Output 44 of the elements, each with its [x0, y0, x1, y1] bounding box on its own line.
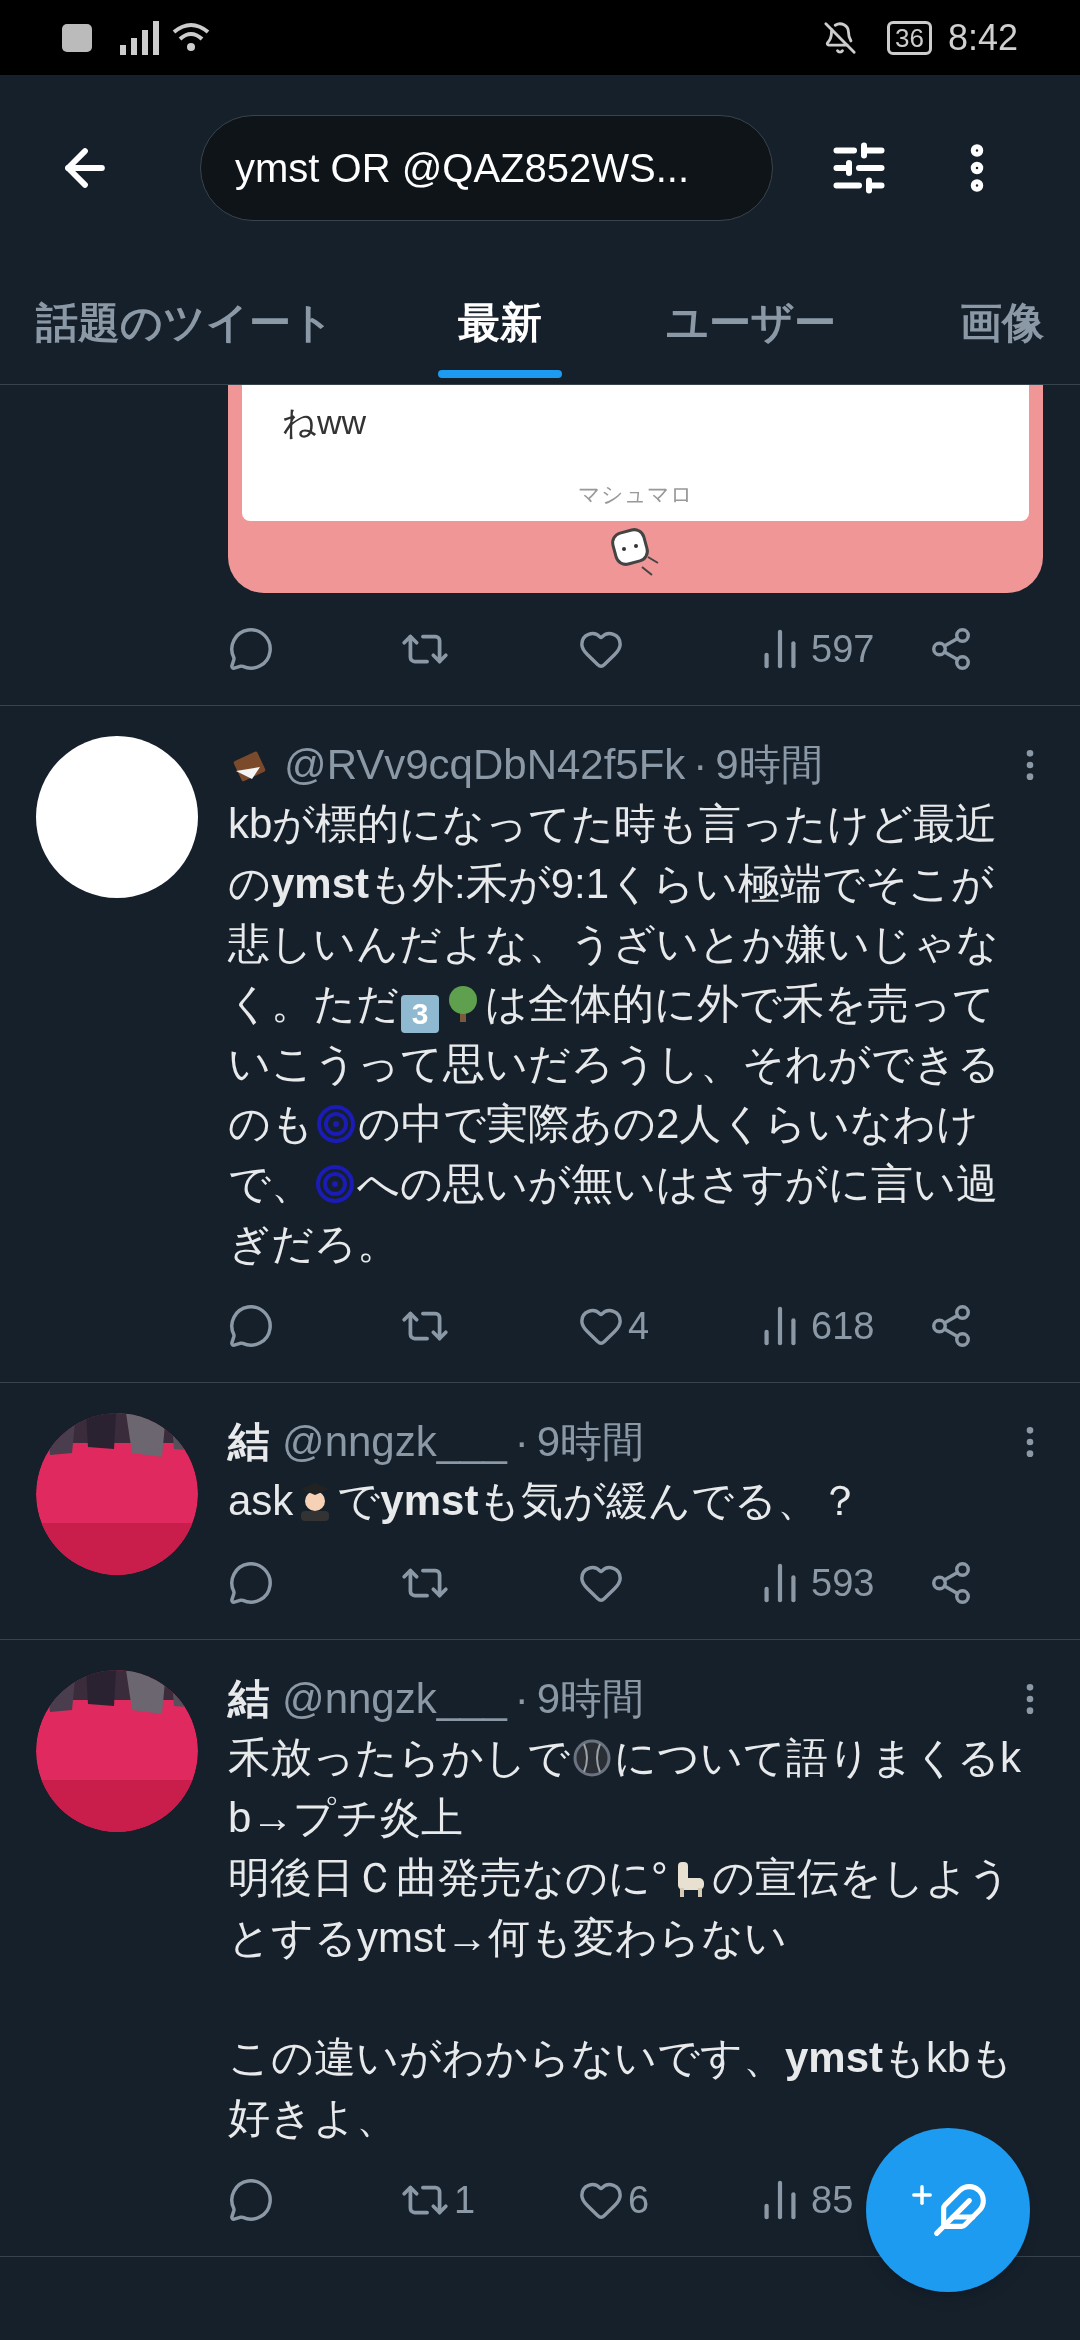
like-count: 6 — [628, 2177, 650, 2223]
question-text: ねww — [282, 402, 368, 443]
reply-icon[interactable] — [228, 2177, 274, 2223]
tab[interactable]: 話題のツイート — [16, 260, 354, 384]
separator-dot: · — [514, 1674, 529, 1724]
baseball-icon — [572, 1738, 612, 1778]
spiral-icon — [316, 1104, 356, 1144]
retweet-count: 1 — [454, 2177, 476, 2223]
tweet-text: ask でymstも気が緩んでる、？ — [228, 1476, 863, 1526]
view-count: 618 — [811, 1303, 875, 1349]
tweet-text: 明後日Ｃ曲発売なのに° の宣伝をしようとするymst→何も変わらない — [228, 1853, 1012, 1963]
battery-icon: 36 — [887, 20, 932, 55]
card-background[interactable]: ねww マシュマロ — [228, 385, 1043, 593]
tweet-text: 禾放ったらかしで について語りまくるkb→プチ炎上 — [228, 1733, 1022, 1843]
wifi-icon — [172, 21, 210, 54]
bell-off-icon — [823, 20, 857, 55]
clock: 8:42 — [947, 15, 1018, 60]
spiral-icon — [315, 1164, 355, 1204]
tab[interactable]: ユーザー — [646, 260, 856, 384]
tab[interactable]: 画像 — [940, 260, 1064, 384]
post-time: 9時間 — [536, 1674, 645, 1724]
like-count: 4 — [628, 1303, 650, 1349]
card-caption: マシュマロ — [578, 481, 693, 509]
author-name[interactable]: 結 — [228, 1413, 270, 1471]
post-time: 9時間 — [715, 740, 823, 790]
post-time: 9時間 — [536, 1417, 645, 1467]
tweet-text: kbが標的になってた時も言ったけど最近のymstも外:禾が9:1くらい極端でそこが悲しいんだよな、うざいとか嫌いじゃなく。ただ 3 は全体的に外で禾を売っていこうって思いだろうし、それができるのも の中で実際あの2人くらいなわけで、 への思いが無いはさすがに言い過ぎだろ。 — [228, 799, 1001, 1269]
separator-dot: · — [514, 1417, 529, 1467]
author-handle[interactable]: @nngzk___ — [282, 1670, 507, 1728]
separator-dot: · — [693, 740, 708, 790]
feather-icon — [932, 2182, 988, 2238]
tweet-text: この違いがわからないです、ymstもkbも好きよ、 — [228, 2033, 1015, 2143]
reply-icon[interactable] — [228, 1303, 274, 1349]
search-field[interactable]: ymst OR @QAZ852WS... — [200, 114, 773, 221]
view-count: 593 — [811, 1560, 875, 1606]
author-name[interactable]: 結 — [228, 1670, 270, 1728]
view-count: 597 — [811, 626, 875, 672]
view-count: 85 — [811, 2177, 854, 2223]
keycap-icon: 3 — [401, 995, 439, 1033]
reply-icon[interactable] — [228, 626, 274, 672]
tab[interactable]: 最新 — [438, 260, 562, 384]
author-handle[interactable]: @nngzk___ — [282, 1413, 507, 1471]
author-handle[interactable]: @RVv9cqDbN42f5Fk — [284, 736, 686, 794]
reply-icon[interactable] — [228, 1560, 274, 1606]
